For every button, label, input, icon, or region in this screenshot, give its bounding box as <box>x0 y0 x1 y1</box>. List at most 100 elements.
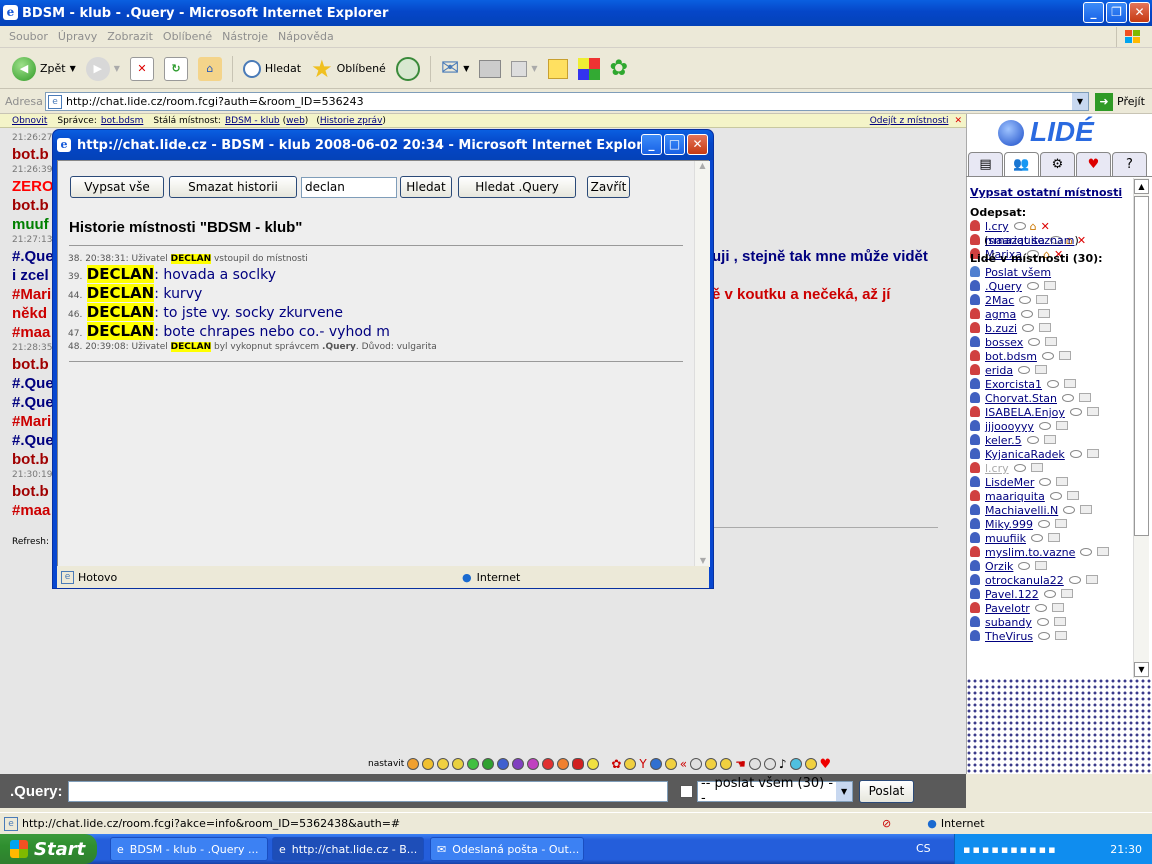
menu-file[interactable]: Soubor <box>9 30 48 43</box>
message-bubble-icon[interactable] <box>1039 478 1052 486</box>
user-list-item[interactable]: bot.bdsm <box>970 350 1132 364</box>
search-button[interactable]: Hledat <box>239 53 305 85</box>
back-button[interactable]: ◀ Zpět ▼ <box>8 53 80 85</box>
tab-people[interactable]: 👥 <box>1004 152 1039 176</box>
message-bubble-icon[interactable] <box>1026 282 1039 290</box>
smiley-icon[interactable] <box>690 758 703 770</box>
user-list-item[interactable]: KyjanicaRadek <box>970 448 1132 462</box>
message-bubble-icon[interactable] <box>1028 338 1041 346</box>
dropdown-arrow-icon[interactable]: ▼ <box>70 64 76 73</box>
scroll-up-icon[interactable]: ▲ <box>1134 179 1149 194</box>
camera-icon[interactable] <box>1038 309 1051 318</box>
scroll-down-icon[interactable]: ▼ <box>695 556 711 565</box>
user-list-item[interactable]: 2Mac <box>970 294 1132 308</box>
user-list-item[interactable]: Orzik <box>970 560 1132 574</box>
history-button[interactable] <box>392 53 424 85</box>
user-list-item[interactable]: Pavel.122 <box>970 588 1132 602</box>
smiley-icon[interactable] <box>407 758 420 770</box>
user-list-item[interactable]: bossex <box>970 336 1132 350</box>
lips-icon[interactable]: « <box>680 757 687 771</box>
user-list-item[interactable]: myslim.to.vazne <box>970 546 1132 560</box>
user-list-item[interactable]: b.zuzi <box>970 322 1132 336</box>
smiley-icon[interactable] <box>748 758 761 770</box>
smiley-icon[interactable] <box>587 758 600 770</box>
menu-edit[interactable]: Úpravy <box>58 30 97 43</box>
hand-icon[interactable]: ☚ <box>735 757 746 771</box>
camera-icon[interactable] <box>1058 351 1071 360</box>
smiley-icon[interactable] <box>624 758 637 770</box>
message-bubble-icon[interactable] <box>1049 492 1062 500</box>
close-icon[interactable]: ✕ <box>954 116 962 126</box>
message-bubble-icon[interactable] <box>1061 394 1074 402</box>
smiley-icon[interactable] <box>452 758 465 770</box>
language-indicator[interactable]: CS <box>916 842 931 855</box>
camera-icon[interactable] <box>1035 365 1048 374</box>
leave-room-link[interactable]: Odejít z místnosti <box>870 116 949 126</box>
search-query-button[interactable]: Hledat .Query <box>458 176 576 198</box>
messenger-button[interactable] <box>574 53 604 85</box>
message-bubble-icon[interactable] <box>1021 310 1034 318</box>
close-button[interactable]: ✕ <box>1129 2 1150 23</box>
show-all-button[interactable]: Vypsat vše <box>70 176 164 198</box>
message-bubble-icon[interactable] <box>1038 632 1051 640</box>
drink-icon[interactable]: Y <box>639 757 646 771</box>
camera-icon[interactable] <box>1030 463 1043 472</box>
message-bubble-icon[interactable] <box>1069 450 1082 458</box>
start-button[interactable]: Start <box>0 834 97 864</box>
message-bubble-icon[interactable] <box>1068 576 1081 584</box>
recipient-select[interactable]: -- poslat všem (30) -- ▼ <box>697 776 853 806</box>
camera-icon[interactable] <box>1086 449 1099 458</box>
user-list-item[interactable]: otrockanula22 <box>970 574 1132 588</box>
notes-button[interactable] <box>544 53 572 85</box>
mail-button[interactable]: ✉ ▼ <box>437 53 474 85</box>
message-bubble-icon[interactable] <box>1018 366 1031 374</box>
camera-icon[interactable] <box>1078 393 1091 402</box>
stop-button[interactable]: ✕ <box>126 53 158 85</box>
remove-icon[interactable]: ✕ <box>1041 220 1050 233</box>
message-bubble-icon[interactable] <box>1034 604 1047 612</box>
camera-icon[interactable] <box>1054 519 1067 528</box>
user-list-item[interactable]: Chorvat.Stan <box>970 392 1132 406</box>
message-bubble-icon[interactable] <box>1031 534 1044 542</box>
smiley-icon[interactable] <box>422 758 435 770</box>
edit-button[interactable]: ▼ <box>507 53 541 85</box>
room-link[interactable]: BDSM - klub <box>225 116 280 126</box>
smiley-icon[interactable] <box>763 758 776 770</box>
user-list-item[interactable]: ISABELA.Enjoy <box>970 406 1132 420</box>
message-bubble-icon[interactable] <box>1041 352 1054 360</box>
smiley-icon[interactable] <box>527 758 540 770</box>
scroll-down-icon[interactable]: ▼ <box>1134 662 1149 677</box>
user-list-item[interactable]: l.cry <box>970 462 1132 476</box>
send-all-link[interactable]: Poslat všem <box>970 266 1132 280</box>
dropdown-arrow-icon[interactable]: ▼ <box>463 64 469 73</box>
camera-icon[interactable] <box>1080 505 1093 514</box>
user-list-item[interactable]: Pavelotr <box>970 602 1132 616</box>
popup-minimize-button[interactable]: _ <box>641 134 662 155</box>
smiley-icon[interactable] <box>804 758 817 770</box>
restore-button[interactable]: ❐ <box>1106 2 1127 23</box>
camera-icon[interactable] <box>1045 337 1058 346</box>
tray-icons[interactable]: ▪▪▪▪▪▪▪▪▪▪ <box>963 843 1058 856</box>
message-input[interactable] <box>68 780 668 802</box>
camera-icon[interactable] <box>1056 477 1069 486</box>
search-button[interactable]: Hledat <box>400 176 452 198</box>
camera-icon[interactable] <box>1086 407 1099 416</box>
user-list-item[interactable]: Miky.999 <box>970 518 1132 532</box>
smiley-icon[interactable] <box>705 758 718 770</box>
menu-help[interactable]: Nápověda <box>278 30 334 43</box>
user-list-item[interactable]: erida <box>970 364 1132 378</box>
user-list-item[interactable]: muufiik <box>970 532 1132 546</box>
camera-icon[interactable] <box>1048 533 1061 542</box>
smiley-icon[interactable] <box>497 758 510 770</box>
refresh-link[interactable]: Obnovit <box>12 116 47 126</box>
popup-maximize-button[interactable]: □ <box>664 134 685 155</box>
task-outlook[interactable]: ✉ Odeslaná pošta - Out... <box>430 837 584 861</box>
tab-settings[interactable]: ⚙ <box>1040 152 1075 176</box>
message-bubble-icon[interactable] <box>1018 562 1031 570</box>
message-bubble-icon[interactable] <box>1043 590 1056 598</box>
print-button[interactable] <box>475 53 505 85</box>
smiley-icon[interactable] <box>572 758 585 770</box>
clear-list-link[interactable]: (smazat seznam) <box>970 234 1132 248</box>
smiley-icon[interactable] <box>720 758 733 770</box>
tab-help[interactable]: ? <box>1112 152 1147 176</box>
